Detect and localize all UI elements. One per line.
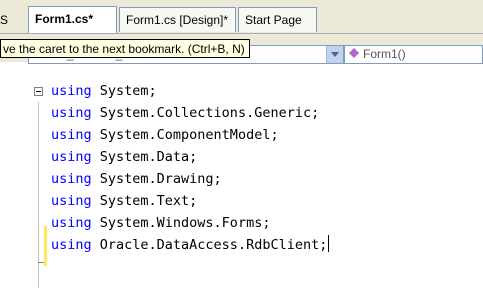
- bookmark-tooltip: ve the caret to the next bookmark. (Ctrl…: [0, 39, 250, 58]
- text-caret: [328, 235, 330, 252]
- chevron-down-icon: [331, 52, 339, 57]
- code-line[interactable]: using Oracle.DataAccess.RdbClient;: [51, 234, 330, 256]
- collapse-region-icon[interactable]: [34, 87, 43, 96]
- tab-start-page[interactable]: Start Page: [238, 7, 317, 32]
- tab-form1-cs[interactable]: Form1.cs*: [28, 6, 117, 33]
- method-icon: [349, 46, 359, 63]
- tab-form1-design[interactable]: Form1.cs [Design]*: [119, 7, 236, 32]
- code-line[interactable]: using System.Text;: [51, 190, 197, 212]
- code-line[interactable]: using System.Data;: [51, 146, 197, 168]
- code-line[interactable]: using System.Collections.Generic;: [51, 102, 319, 124]
- code-line[interactable]: using System.ComponentModel;: [51, 124, 279, 146]
- code-line[interactable]: using System;: [51, 80, 157, 102]
- code-line[interactable]: using System.Drawing;: [51, 168, 222, 190]
- outline-margin-line: [38, 102, 39, 288]
- member-dropdown-value: Form1(): [363, 47, 406, 61]
- code-line[interactable]: using System.Windows.Forms;: [51, 212, 270, 234]
- tab-left-fragment: S: [0, 13, 9, 27]
- member-dropdown[interactable]: Form1(): [344, 45, 483, 64]
- changed-lines-marker: [44, 226, 47, 266]
- document-tab-strip: S Form1.cs* Form1.cs [Design]* Start Pag…: [0, 0, 483, 34]
- type-dropdown-arrow[interactable]: [326, 46, 343, 63]
